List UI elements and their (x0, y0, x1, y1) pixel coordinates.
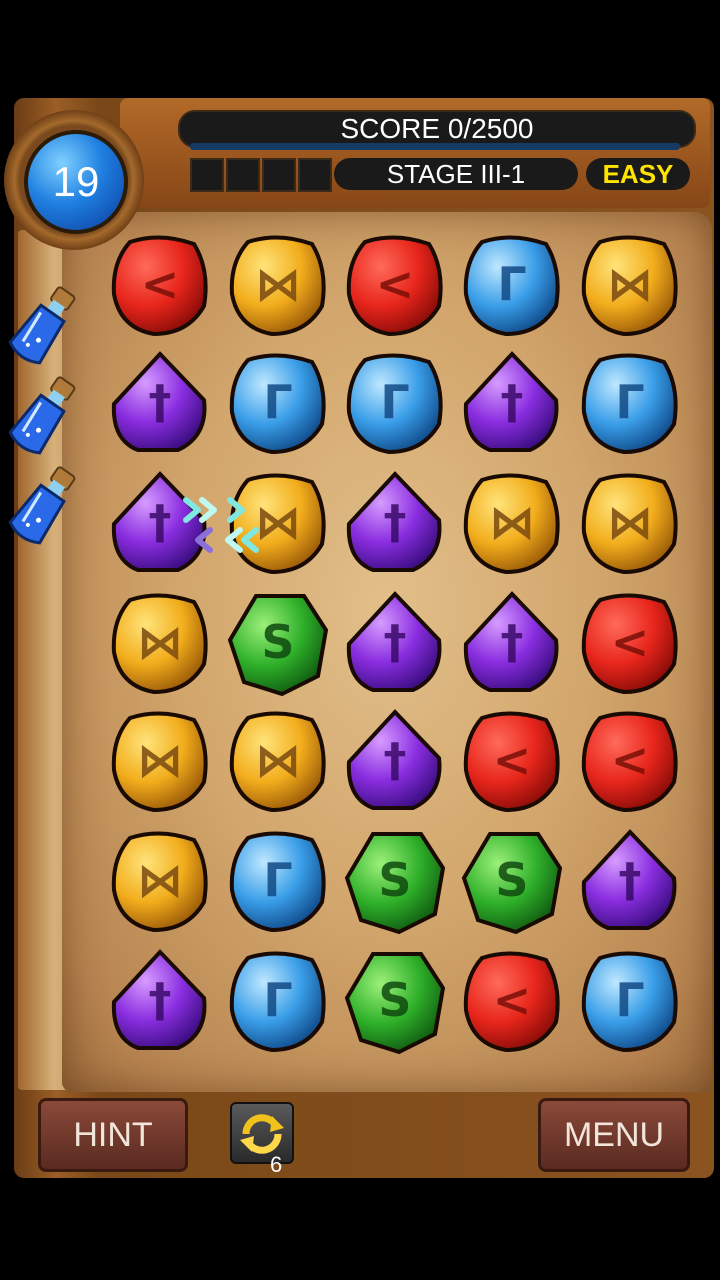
svg-text:†: † (501, 615, 524, 669)
yellow-gem-tile[interactable]: ⋈ (108, 828, 212, 936)
svg-text:<: < (141, 257, 180, 311)
yellow-gem-tile[interactable]: ⋈ (578, 470, 682, 578)
potion-powerup-icon[interactable] (4, 280, 82, 370)
svg-text:Γ: Γ (380, 375, 409, 429)
purple-gem-tile[interactable]: † (108, 948, 212, 1056)
svg-text:⋈: ⋈ (607, 257, 653, 311)
collect-slot (298, 158, 332, 192)
yellow-gem-tile[interactable]: ⋈ (226, 232, 330, 340)
yellow-gem-tile[interactable]: ⋈ (226, 708, 330, 816)
red-gem-tile[interactable]: < (460, 948, 564, 1056)
svg-text:†: † (149, 375, 172, 429)
svg-text:<: < (611, 733, 650, 787)
svg-text:<: < (493, 733, 532, 787)
yellow-gem-tile[interactable]: ⋈ (578, 232, 682, 340)
blue-gem-tile[interactable]: Γ (578, 350, 682, 458)
purple-gem-tile[interactable]: † (460, 590, 564, 698)
collect-slot (190, 158, 224, 192)
purple-gem-tile[interactable]: † (343, 708, 447, 816)
green-gem-tile[interactable]: S (343, 828, 447, 936)
blue-gem-tile[interactable]: Γ (226, 948, 330, 1056)
green-gem-tile[interactable]: S (460, 828, 564, 936)
svg-text:⋈: ⋈ (137, 733, 183, 787)
yellow-gem-tile[interactable]: ⋈ (460, 470, 564, 578)
blue-gem-tile[interactable]: Γ (226, 350, 330, 458)
svg-text:†: † (384, 615, 407, 669)
moves-counter: 19 (24, 130, 128, 234)
svg-text:†: † (384, 733, 407, 787)
menu-button[interactable]: MENU (538, 1098, 690, 1172)
purple-gem-tile[interactable]: † (460, 350, 564, 458)
purple-gem-tile[interactable]: † (108, 350, 212, 458)
green-gem-tile[interactable]: S (343, 948, 447, 1056)
svg-text:⋈: ⋈ (137, 853, 183, 907)
green-gem-tile[interactable]: S (226, 590, 330, 698)
yellow-gem-tile[interactable]: ⋈ (108, 708, 212, 816)
svg-text:S: S (495, 853, 528, 907)
score-progress-bar (190, 143, 680, 150)
svg-text:⋈: ⋈ (137, 615, 183, 669)
collect-slot (226, 158, 260, 192)
potion-powerup-icon[interactable] (4, 370, 82, 460)
swap-hint-arrows-icon (183, 497, 259, 553)
blue-gem-tile[interactable]: Γ (578, 948, 682, 1056)
stage-label: STAGE III-1 (334, 158, 578, 190)
collect-slot (262, 158, 296, 192)
svg-text:†: † (149, 973, 172, 1027)
svg-text:Γ: Γ (615, 375, 644, 429)
svg-text:Γ: Γ (497, 257, 526, 311)
red-gem-tile[interactable]: < (460, 708, 564, 816)
purple-gem-tile[interactable]: † (343, 590, 447, 698)
svg-text:⋈: ⋈ (255, 733, 301, 787)
svg-text:<: < (376, 257, 415, 311)
red-gem-tile[interactable]: < (343, 232, 447, 340)
svg-text:Γ: Γ (263, 973, 292, 1027)
blue-gem-tile[interactable]: Γ (343, 350, 447, 458)
shuffle-count: 6 (270, 1152, 283, 1177)
shuffle-icon (240, 1114, 284, 1154)
svg-text:†: † (384, 495, 407, 549)
svg-text:<: < (493, 973, 532, 1027)
svg-text:†: † (619, 853, 642, 907)
svg-text:†: † (149, 495, 172, 549)
purple-gem-tile[interactable]: † (578, 828, 682, 936)
yellow-gem-tile[interactable]: ⋈ (108, 590, 212, 698)
svg-text:⋈: ⋈ (489, 495, 535, 549)
svg-text:⋈: ⋈ (255, 257, 301, 311)
blue-gem-tile[interactable]: Γ (460, 232, 564, 340)
hint-button[interactable]: HINT (38, 1098, 188, 1172)
svg-text:S: S (378, 853, 411, 907)
svg-text:S: S (261, 615, 294, 669)
potion-powerup-icon[interactable] (4, 460, 82, 550)
blue-gem-tile[interactable]: Γ (226, 828, 330, 936)
svg-text:Γ: Γ (615, 973, 644, 1027)
red-gem-tile[interactable]: < (578, 590, 682, 698)
svg-text:Γ: Γ (263, 853, 292, 907)
svg-text:⋈: ⋈ (607, 495, 653, 549)
svg-text:<: < (611, 615, 650, 669)
svg-text:†: † (501, 375, 524, 429)
red-gem-tile[interactable]: < (108, 232, 212, 340)
svg-text:S: S (378, 973, 411, 1027)
purple-gem-tile[interactable]: † (343, 470, 447, 578)
red-gem-tile[interactable]: < (578, 708, 682, 816)
difficulty-badge: EASY (586, 158, 690, 190)
shuffle-button[interactable] (230, 1102, 294, 1164)
svg-text:Γ: Γ (263, 375, 292, 429)
